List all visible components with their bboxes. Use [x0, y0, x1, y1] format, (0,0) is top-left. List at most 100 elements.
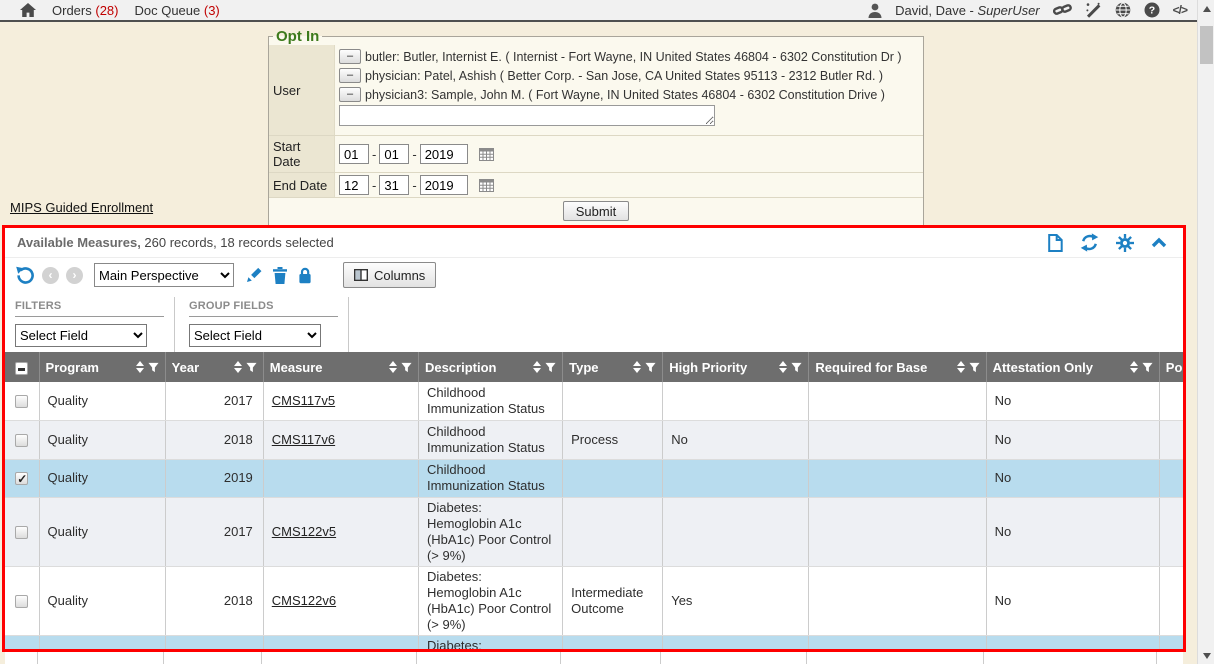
column-header-points[interactable]: Points [1159, 352, 1186, 382]
user-entry-text: physician: Patel, Ashish ( Better Corp. … [365, 69, 883, 83]
calendar-icon[interactable] [479, 147, 494, 161]
edit-pencil-icon[interactable] [245, 267, 262, 284]
opt-in-form: Opt In User – butler: Butler, Internist … [268, 28, 924, 226]
cell-points [1159, 635, 1186, 652]
code-icon[interactable]: </> [1173, 3, 1187, 17]
cell-attestation-only: No [986, 420, 1159, 459]
end-year-field[interactable] [420, 175, 468, 195]
user-search-input[interactable] [339, 105, 715, 126]
user-icon [868, 3, 882, 18]
end-month-field[interactable] [339, 175, 369, 195]
row-checkbox[interactable] [15, 395, 28, 408]
filter-icon[interactable] [401, 362, 412, 373]
cell-year: 2019 [165, 635, 263, 652]
filter-icon[interactable] [545, 362, 556, 373]
remove-user-button[interactable]: – [339, 49, 361, 64]
help-icon[interactable]: ? [1144, 2, 1160, 18]
mips-guided-enrollment-link[interactable]: MIPS Guided Enrollment [10, 200, 153, 215]
tab-doc-queue[interactable]: Doc Queue (3) [134, 3, 219, 18]
globe-icon[interactable] [1115, 2, 1131, 18]
link-icon[interactable] [1053, 3, 1072, 18]
scroll-down-arrow[interactable] [1198, 647, 1214, 664]
home-icon[interactable] [20, 3, 36, 17]
collapse-chevron-icon[interactable] [1151, 237, 1167, 248]
start-year-field[interactable] [420, 144, 468, 164]
row-checkbox[interactable] [15, 472, 28, 485]
remove-user-button[interactable]: – [339, 87, 361, 102]
cell-measure: CMS117v5 [263, 382, 418, 420]
column-header-high-priority[interactable]: High Priority [663, 352, 809, 382]
wand-icon[interactable] [1085, 2, 1102, 18]
tab-orders[interactable]: Orders (28) [52, 3, 118, 18]
filter-icon[interactable] [148, 362, 159, 373]
column-header-type[interactable]: Type [563, 352, 663, 382]
column-header-year[interactable]: Year [165, 352, 263, 382]
row-checkbox[interactable] [15, 434, 28, 447]
sort-icon[interactable] [389, 361, 397, 373]
column-header-attestation-only[interactable]: Attestation Only [986, 352, 1159, 382]
scrollbar-thumb[interactable] [1200, 26, 1213, 64]
measure-link[interactable]: CMS117v5 [272, 393, 335, 408]
gear-icon[interactable] [1116, 234, 1134, 252]
sort-icon[interactable] [779, 361, 787, 373]
cell-high-priority [663, 459, 809, 497]
select-all-checkbox[interactable] [15, 362, 28, 375]
undo-icon[interactable] [15, 266, 35, 284]
filters-field-select[interactable]: Select Field [15, 324, 147, 347]
filter-icon[interactable] [1142, 362, 1153, 373]
filters-heading: FILTERS [15, 300, 164, 317]
group-fields-select[interactable]: Select Field [189, 324, 321, 347]
table-row[interactable]: Quality 2019 Childhood Immunization Stat… [5, 459, 1186, 497]
back-arrow-icon[interactable]: ‹ [42, 267, 59, 284]
group-fields-section: GROUP FIELDS Select Field [189, 297, 349, 352]
cell-year: 2018 [165, 420, 263, 459]
row-checkbox[interactable] [15, 595, 28, 608]
cell-measure: CMS117v6 [263, 420, 418, 459]
column-header-description[interactable]: Description [418, 352, 562, 382]
refresh-icon[interactable] [1080, 233, 1099, 252]
delete-trash-icon[interactable] [273, 267, 287, 284]
columns-button[interactable]: Columns [343, 262, 436, 288]
measure-link[interactable]: CMS122v5 [272, 524, 336, 539]
table-row[interactable]: Quality 2017 CMS117v5 Childhood Immuniza… [5, 382, 1186, 420]
sort-icon[interactable] [533, 361, 541, 373]
table-row[interactable]: Quality 2018 CMS122v6 Diabetes: Hemoglob… [5, 566, 1186, 635]
sort-icon[interactable] [957, 361, 965, 373]
scroll-up-arrow[interactable] [1198, 0, 1214, 17]
remove-user-button[interactable]: – [339, 68, 361, 83]
cell-type [563, 497, 663, 566]
filter-icon[interactable] [969, 362, 980, 373]
panel-record-counts: 260 records, 18 records selected [141, 235, 334, 250]
filter-icon[interactable] [791, 362, 802, 373]
sort-icon[interactable] [1130, 361, 1138, 373]
row-checkbox[interactable] [15, 526, 28, 539]
column-header-program[interactable]: Program [39, 352, 165, 382]
measure-link[interactable]: CMS122v6 [272, 593, 336, 608]
end-day-field[interactable] [379, 175, 409, 195]
start-day-field[interactable] [379, 144, 409, 164]
sort-icon[interactable] [633, 361, 641, 373]
column-header-measure[interactable]: Measure [263, 352, 418, 382]
vertical-scrollbar[interactable] [1197, 0, 1214, 664]
column-header-required-for-base[interactable]: Required for Base [809, 352, 986, 382]
sort-icon[interactable] [136, 361, 144, 373]
column-header-select-all[interactable] [5, 352, 39, 382]
table-row[interactable]: Quality 2019 Diabetes: Hemoglobin A1c (H… [5, 635, 1186, 652]
perspective-select[interactable]: Main Perspective [94, 263, 234, 287]
forward-arrow-icon[interactable]: › [66, 267, 83, 284]
export-page-icon[interactable] [1048, 234, 1063, 252]
calendar-icon[interactable] [479, 178, 494, 192]
date-separator: - [372, 178, 376, 193]
panel-title: Available Measures, [17, 235, 141, 250]
submit-button[interactable]: Submit [563, 201, 629, 221]
filter-icon[interactable] [246, 362, 257, 373]
lock-icon[interactable] [298, 267, 312, 284]
measure-link[interactable]: CMS117v6 [272, 432, 335, 447]
table-row[interactable]: Quality 2017 CMS122v5 Diabetes: Hemoglob… [5, 497, 1186, 566]
date-separator: - [412, 178, 416, 193]
start-month-field[interactable] [339, 144, 369, 164]
cell-type [563, 459, 663, 497]
filter-icon[interactable] [645, 362, 656, 373]
table-row[interactable]: Quality 2018 CMS117v6 Childhood Immuniza… [5, 420, 1186, 459]
sort-icon[interactable] [234, 361, 242, 373]
